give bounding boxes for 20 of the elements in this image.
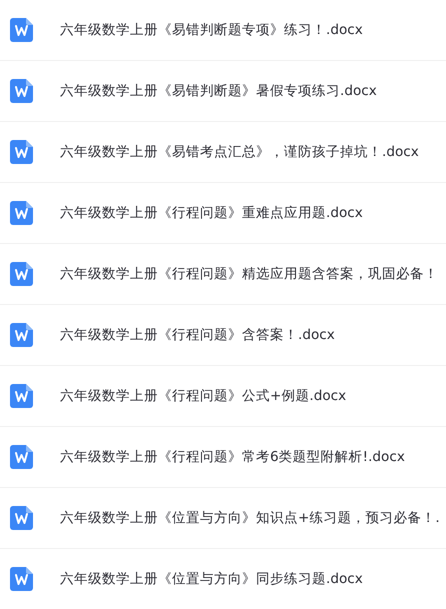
file-name[interactable]: 六年级数学上册《易错判断题》暑假专项练习.docx bbox=[60, 82, 377, 100]
file-name[interactable]: 六年级数学上册《位置与方向》知识点+练习题，预习必备！. bbox=[60, 509, 440, 527]
file-name[interactable]: 六年级数学上册《行程问题》含答案！.docx bbox=[60, 326, 335, 344]
document-icon bbox=[10, 445, 33, 469]
document-icon bbox=[10, 140, 33, 164]
document-icon bbox=[10, 567, 33, 591]
document-icon bbox=[10, 262, 33, 286]
document-icon bbox=[10, 506, 33, 530]
document-icon bbox=[10, 384, 33, 408]
document-icon bbox=[10, 18, 33, 42]
file-name[interactable]: 六年级数学上册《易错考点汇总》，谨防孩子掉坑！.docx bbox=[60, 143, 419, 161]
document-icon bbox=[10, 79, 33, 103]
document-icon bbox=[10, 201, 33, 225]
file-name[interactable]: 六年级数学上册《行程问题》公式+例题.docx bbox=[60, 387, 346, 405]
file-name[interactable]: 六年级数学上册《行程问题》精选应用题含答案，巩固必备！ bbox=[60, 265, 438, 283]
file-name[interactable]: 六年级数学上册《行程问题》常考6类题型附解析!.docx bbox=[60, 448, 405, 466]
document-icon bbox=[10, 323, 33, 347]
file-name[interactable]: 六年级数学上册《位置与方向》同步练习题.docx bbox=[60, 570, 363, 588]
file-name[interactable]: 六年级数学上册《行程问题》重难点应用题.docx bbox=[60, 204, 363, 222]
file-name[interactable]: 六年级数学上册《易错判断题专项》练习！.docx bbox=[60, 21, 363, 39]
